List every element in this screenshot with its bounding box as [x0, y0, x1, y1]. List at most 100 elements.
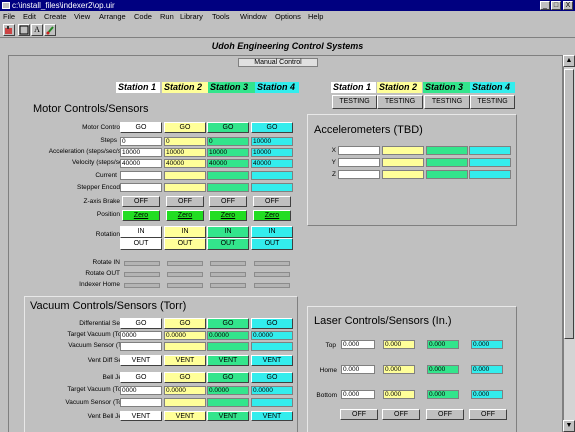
- testing-button-4[interactable]: TESTING: [470, 95, 515, 109]
- laser-bottom-1[interactable]: 0.000: [341, 390, 375, 399]
- laser-off-4[interactable]: OFF: [469, 409, 507, 420]
- target-vacuum-4[interactable]: 0.0000: [251, 331, 293, 340]
- menu-create[interactable]: Create: [44, 11, 67, 22]
- rotate-in-1[interactable]: IN: [120, 226, 162, 238]
- operate-tool-icon[interactable]: [3, 24, 15, 36]
- rotate-in-3[interactable]: IN: [207, 226, 249, 238]
- accel-field-2[interactable]: 10000: [164, 148, 206, 157]
- testing-button-2[interactable]: TESTING: [377, 95, 423, 109]
- menu-code[interactable]: Code: [134, 11, 152, 22]
- vent-bell-4[interactable]: VENT: [251, 411, 293, 421]
- menu-run[interactable]: Run: [160, 11, 174, 22]
- velocity-field-3[interactable]: 40000: [207, 159, 249, 168]
- motor-go-1[interactable]: GO: [120, 122, 162, 133]
- steps-field-1[interactable]: 0: [120, 137, 162, 146]
- vent-diff-3[interactable]: VENT: [207, 355, 249, 366]
- menu-library[interactable]: Library: [180, 11, 203, 22]
- testing-button-1[interactable]: TESTING: [332, 95, 377, 109]
- brake-button-1[interactable]: OFF: [122, 196, 160, 207]
- velocity-field-2[interactable]: 40000: [164, 159, 206, 168]
- bell-go-1[interactable]: GO: [120, 372, 162, 383]
- accel-field-4[interactable]: 10000: [251, 148, 293, 157]
- laser-off-1[interactable]: OFF: [340, 409, 378, 420]
- menu-view[interactable]: View: [74, 11, 90, 22]
- app-title: Udoh Engineering Control Systems: [211, 41, 364, 51]
- brake-button-3[interactable]: OFF: [209, 196, 247, 207]
- zero-button-2[interactable]: Zero: [166, 210, 204, 221]
- accel-field-1[interactable]: 10000: [120, 148, 162, 157]
- motor-go-2[interactable]: GO: [164, 122, 206, 133]
- laser-top-4[interactable]: 0.000: [471, 340, 503, 349]
- steps-field-4[interactable]: 10000: [251, 137, 293, 146]
- brake-button-4[interactable]: OFF: [253, 196, 291, 207]
- laser-off-3[interactable]: OFF: [426, 409, 464, 420]
- bell-target-3[interactable]: 0.0000: [207, 386, 249, 395]
- laser-bottom-2[interactable]: 0.000: [383, 390, 415, 399]
- vent-bell-2[interactable]: VENT: [164, 411, 206, 421]
- laser-home-4[interactable]: 0.000: [471, 365, 503, 374]
- zero-button-1[interactable]: Zero: [122, 210, 160, 221]
- rotate-out-2[interactable]: OUT: [164, 238, 206, 250]
- vent-diff-2[interactable]: VENT: [164, 355, 206, 366]
- target-vacuum-3[interactable]: 0.0000: [207, 331, 249, 340]
- encoder-field-2: [164, 183, 206, 192]
- zero-button-4[interactable]: Zero: [253, 210, 291, 221]
- testing-button-3[interactable]: TESTING: [424, 95, 470, 109]
- laser-top-3[interactable]: 0.000: [427, 340, 459, 349]
- menu-arrange[interactable]: Arrange: [99, 11, 126, 22]
- rotate-out-3[interactable]: OUT: [207, 238, 249, 250]
- maximize-button[interactable]: □: [551, 1, 561, 10]
- zero-button-3[interactable]: Zero: [209, 210, 247, 221]
- laser-bottom-3[interactable]: 0.000: [427, 390, 459, 399]
- bell-target-4[interactable]: 0.0000: [251, 386, 293, 395]
- accel-field-3[interactable]: 10000: [207, 148, 249, 157]
- bell-go-2[interactable]: GO: [164, 372, 206, 383]
- bell-go-4[interactable]: GO: [251, 372, 293, 383]
- velocity-field-4[interactable]: 40000: [251, 159, 293, 168]
- target-vacuum-2[interactable]: 0.0000: [164, 331, 206, 340]
- laser-top-2[interactable]: 0.000: [383, 340, 415, 349]
- menu-tools[interactable]: Tools: [212, 11, 230, 22]
- velocity-field-1[interactable]: 40000: [120, 159, 162, 168]
- text-tool-icon[interactable]: A: [31, 24, 43, 36]
- vacuum-go-1[interactable]: GO: [120, 318, 162, 329]
- brake-button-2[interactable]: OFF: [166, 196, 204, 207]
- bell-go-3[interactable]: GO: [207, 372, 249, 383]
- target-vacuum-1[interactable]: 0000: [120, 331, 162, 340]
- menu-options[interactable]: Options: [275, 11, 301, 22]
- menu-window[interactable]: Window: [240, 11, 267, 22]
- vacuum-go-2[interactable]: GO: [164, 318, 206, 329]
- laser-home-1[interactable]: 0.000: [341, 365, 375, 374]
- scroll-up-icon[interactable]: ▲: [563, 55, 575, 67]
- menu-edit[interactable]: Edit: [23, 11, 36, 22]
- vent-diff-1[interactable]: VENT: [120, 355, 162, 366]
- motor-go-4[interactable]: GO: [251, 122, 293, 133]
- vent-bell-3[interactable]: VENT: [207, 411, 249, 421]
- menu-file[interactable]: File: [3, 11, 15, 22]
- steps-field-2[interactable]: 0: [164, 137, 206, 146]
- laser-bottom-4[interactable]: 0.000: [471, 390, 503, 399]
- bell-target-1[interactable]: 0000: [120, 386, 162, 395]
- vent-diff-4[interactable]: VENT: [251, 355, 293, 366]
- laser-home-2[interactable]: 0.000: [383, 365, 415, 374]
- minimize-button[interactable]: _: [540, 1, 550, 10]
- rotate-in-2[interactable]: IN: [164, 226, 206, 238]
- bell-target-2[interactable]: 0.0000: [164, 386, 206, 395]
- scroll-thumb[interactable]: [564, 69, 574, 339]
- select-tool-icon[interactable]: [18, 24, 30, 36]
- laser-off-2[interactable]: OFF: [382, 409, 420, 420]
- vent-bell-1[interactable]: VENT: [120, 411, 162, 421]
- rotate-in-4[interactable]: IN: [251, 226, 293, 238]
- vacuum-go-3[interactable]: GO: [207, 318, 249, 329]
- scroll-down-icon[interactable]: ▼: [563, 420, 575, 432]
- vacuum-go-4[interactable]: GO: [251, 318, 293, 329]
- laser-top-1[interactable]: 0.000: [341, 340, 375, 349]
- color-tool-icon[interactable]: [44, 24, 56, 36]
- rotate-out-1[interactable]: OUT: [120, 238, 162, 250]
- motor-go-3[interactable]: GO: [207, 122, 249, 133]
- laser-home-3[interactable]: 0.000: [427, 365, 459, 374]
- rotate-out-4[interactable]: OUT: [251, 238, 293, 250]
- close-button[interactable]: X: [563, 1, 573, 10]
- steps-field-3[interactable]: 0: [207, 137, 249, 146]
- menu-help[interactable]: Help: [308, 11, 323, 22]
